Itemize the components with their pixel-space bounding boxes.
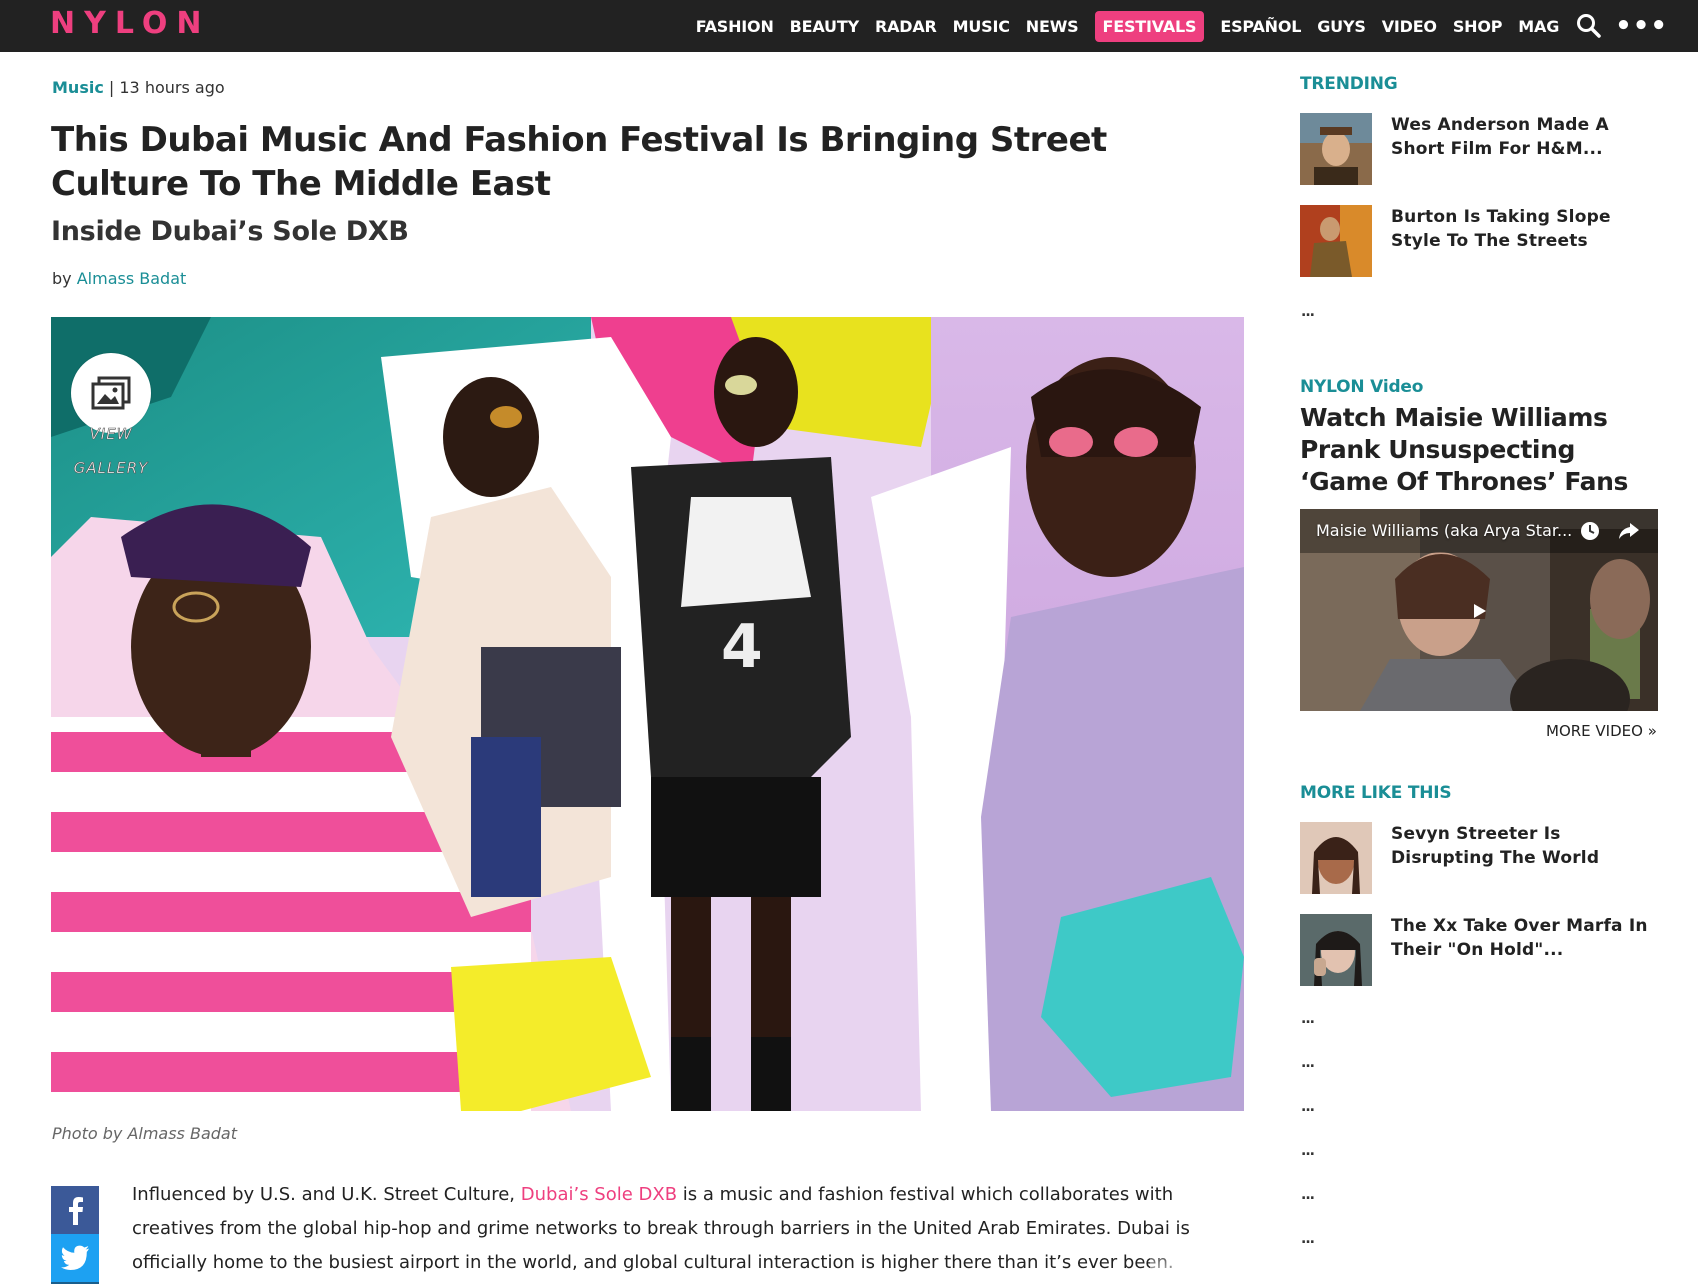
video-title[interactable]: Watch Maisie Williams Prank Unsuspecting…	[1300, 402, 1670, 498]
trending-title[interactable]: Burton Is Taking Slope Style To The Stre…	[1391, 205, 1661, 253]
nav-item-festivals[interactable]: FESTIVALS	[1094, 10, 1205, 42]
article-subtitle: Inside Dubai’s Sole DXB	[51, 216, 409, 247]
trending-thumbnail	[1300, 205, 1372, 277]
facebook-icon	[69, 1197, 83, 1225]
article-title: This Dubai Music And Fashion Festival Is…	[51, 120, 1107, 204]
nav-item-mag[interactable]: MAG	[1518, 17, 1559, 36]
nav-item-espanol[interactable]: ESPAÑOL	[1220, 17, 1301, 36]
body-text-start: Influenced by U.S. and U.K. Street Cultu…	[132, 1184, 521, 1205]
trending-item[interactable]: Wes Anderson Made A Short Film For H&M..…	[1300, 113, 1660, 185]
more-like-ellipsis[interactable]: ...	[1301, 1011, 1315, 1027]
more-like-ellipsis[interactable]: ...	[1301, 1055, 1315, 1071]
nav-item-news[interactable]: NEWS	[1026, 17, 1079, 36]
search-icon[interactable]	[1575, 12, 1603, 40]
trending-more[interactable]: ...	[1301, 304, 1315, 320]
trending-thumbnail	[1300, 113, 1372, 185]
more-like-thumbnail	[1300, 822, 1372, 894]
share-bar	[51, 1186, 99, 1284]
svg-text:4: 4	[721, 612, 763, 682]
more-like-ellipsis[interactable]: ...	[1301, 1143, 1315, 1159]
twitter-icon	[61, 1245, 89, 1270]
twitter-share-button[interactable]	[51, 1234, 99, 1282]
nav-item-video[interactable]: VIDEO	[1382, 17, 1437, 36]
more-like-ellipsis[interactable]: ...	[1301, 1231, 1315, 1247]
video-caption: Maisie Williams (aka Arya Star...	[1316, 521, 1573, 540]
nav-item-beauty[interactable]: BEAUTY	[790, 17, 860, 36]
nav-item-shop[interactable]: SHOP	[1453, 17, 1503, 36]
author-link[interactable]: Almass Badat	[77, 269, 187, 288]
byline: by Almass Badat	[52, 269, 186, 288]
more-like-ellipsis[interactable]: ...	[1301, 1187, 1315, 1203]
meta-separator: |	[103, 78, 120, 97]
nylon-logo[interactable]: NYLON	[50, 6, 211, 42]
more-like-title[interactable]: Sevyn Streeter Is Disrupting The World	[1391, 822, 1661, 870]
category-link[interactable]: Music	[52, 78, 104, 97]
main-nav: FASHION BEAUTY RADAR MUSIC NEWS FESTIVAL…	[696, 0, 1698, 52]
gallery-label-view: VIEW	[89, 425, 133, 444]
more-video-link[interactable]: MORE VIDEO »	[1546, 722, 1657, 740]
trending-heading: TRENDING	[1300, 74, 1398, 94]
more-like-ellipsis[interactable]: ...	[1301, 1099, 1315, 1115]
sole-dxb-link[interactable]: Dubai’s Sole DXB	[521, 1184, 677, 1205]
hero-image[interactable]: 4 VIEW GALLERY	[51, 317, 1244, 1111]
gallery-icon	[91, 376, 131, 410]
publish-time: 13 hours ago	[119, 78, 225, 97]
video-player[interactable]: Maisie Williams (aka Arya Star...	[1300, 509, 1658, 711]
clock-icon[interactable]	[1580, 521, 1600, 545]
trending-item[interactable]: Burton Is Taking Slope Style To The Stre…	[1300, 205, 1660, 277]
view-gallery-label[interactable]: VIEW GALLERY	[65, 417, 157, 485]
more-like-item[interactable]: Sevyn Streeter Is Disrupting The World	[1300, 822, 1660, 894]
gallery-label-gallery: GALLERY	[73, 459, 149, 478]
more-like-title[interactable]: The Xx Take Over Marfa In Their "On Hold…	[1391, 914, 1661, 962]
video-heading: NYLON Video	[1300, 377, 1424, 397]
nav-item-fashion[interactable]: FASHION	[696, 17, 774, 36]
nav-item-guys[interactable]: GUYS	[1317, 17, 1366, 36]
article-body-paragraph: Influenced by U.S. and U.K. Street Cultu…	[132, 1178, 1252, 1280]
nav-item-radar[interactable]: RADAR	[875, 17, 937, 36]
share-icon[interactable]	[1618, 521, 1640, 545]
more-like-thumbnail	[1300, 914, 1372, 986]
more-like-heading: MORE LIKE THIS	[1300, 783, 1452, 803]
facebook-share-button[interactable]	[51, 1186, 99, 1234]
play-icon[interactable]	[1466, 601, 1492, 625]
nav-item-music[interactable]: MUSIC	[953, 17, 1010, 36]
more-dots-icon[interactable]: •••	[1615, 13, 1668, 39]
byline-prefix: by	[52, 269, 77, 288]
photo-caption: Photo by Almass Badat	[52, 1124, 237, 1143]
trending-title[interactable]: Wes Anderson Made A Short Film For H&M..…	[1391, 113, 1661, 161]
article-meta: Music | 13 hours ago	[52, 78, 225, 97]
more-like-item[interactable]: The Xx Take Over Marfa In Their "On Hold…	[1300, 914, 1660, 986]
top-nav-bar: NYLON FASHION BEAUTY RADAR MUSIC NEWS FE…	[0, 0, 1698, 52]
